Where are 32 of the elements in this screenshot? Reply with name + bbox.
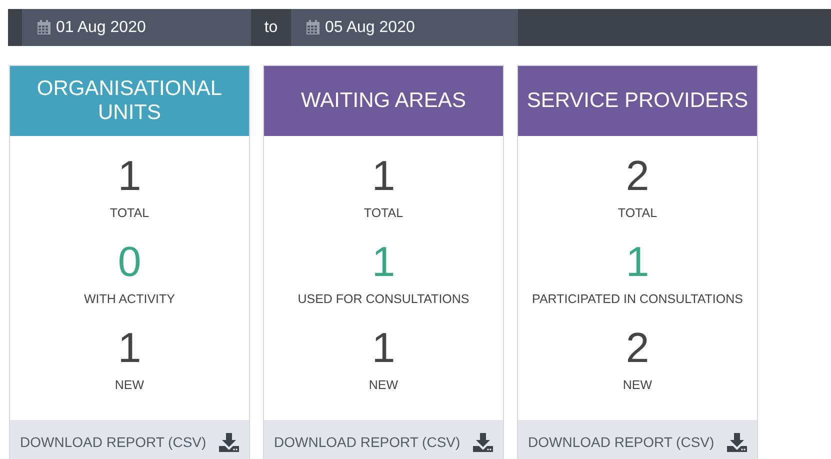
stat-value: 1 [626, 237, 650, 287]
calendar-icon [306, 20, 320, 35]
stat-label: TOTAL [364, 205, 404, 222]
stat-value: 0 [118, 237, 142, 287]
stat-label: PARTICIPATED IN CONSULTATIONS [532, 291, 743, 308]
stat-value: 1 [372, 151, 396, 201]
card-title: WAITING AREAS [301, 89, 466, 113]
stat-value: 1 [372, 237, 396, 287]
stat-label: USED FOR CONSULTATIONS [298, 291, 470, 308]
download-icon [473, 432, 493, 452]
stat-label: NEW [622, 377, 652, 394]
stat-label: TOTAL [110, 205, 150, 222]
card-title: SERVICE PROVIDERS [526, 89, 748, 113]
download-report-button[interactable]: DOWNLOAD REPORT (CSV) [264, 420, 503, 459]
stat-label: NEW [114, 377, 144, 394]
stat-value: 1 [372, 323, 396, 373]
end-date-field[interactable]: 05 Aug 2020 [291, 9, 518, 46]
range-separator: to [263, 18, 279, 38]
card-title: ORGANISATIONAL UNITS [36, 77, 224, 125]
start-date-field[interactable]: 01 Aug 2020 [22, 9, 251, 46]
stat-label: WITH ACTIVITY [84, 291, 175, 308]
stat-label: TOTAL [618, 205, 658, 222]
stat-value: 1 [118, 151, 142, 201]
stat-value: 1 [118, 323, 142, 373]
stat-value: 2 [626, 323, 650, 373]
calendar-icon [37, 20, 51, 35]
stat-value: 2 [626, 151, 650, 201]
download-icon [727, 432, 747, 452]
stat-label: NEW [368, 377, 398, 394]
download-report-button[interactable]: DOWNLOAD REPORT (CSV) [518, 420, 757, 459]
download-report-button[interactable]: DOWNLOAD REPORT (CSV) [10, 420, 249, 459]
download-icon [219, 432, 239, 452]
